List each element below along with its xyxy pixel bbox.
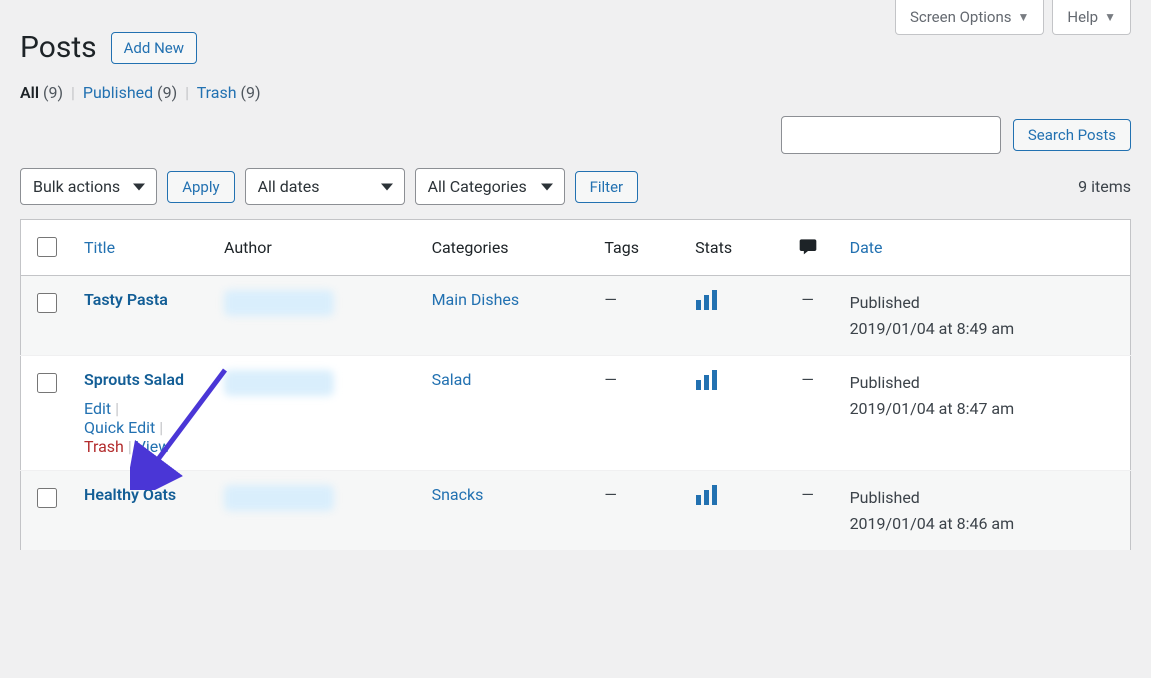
- category-link[interactable]: Main Dishes: [432, 290, 520, 309]
- categories-select[interactable]: All Categories: [415, 168, 565, 205]
- chevron-down-icon: ▼: [1104, 10, 1116, 24]
- posts-table: Title Author Categories Tags Stats Date …: [20, 219, 1131, 551]
- view-link[interactable]: View: [136, 437, 171, 456]
- search-input[interactable]: [781, 116, 1001, 154]
- category-link[interactable]: Salad: [432, 370, 472, 389]
- comments-cell: —: [801, 290, 814, 309]
- quick-edit-link[interactable]: Quick Edit: [84, 418, 155, 437]
- screen-options-label: Screen Options: [910, 8, 1012, 26]
- screen-options-button[interactable]: Screen Options ▼: [895, 0, 1044, 35]
- page-title: Posts: [20, 30, 97, 65]
- col-categories: Categories: [420, 220, 593, 276]
- filter-published[interactable]: Published (9): [83, 83, 181, 102]
- tags-cell: —: [604, 290, 617, 309]
- dates-select[interactable]: All dates: [245, 168, 405, 205]
- select-all-checkbox[interactable]: [37, 237, 57, 257]
- comment-icon: [798, 236, 818, 256]
- row-checkbox[interactable]: [37, 488, 57, 508]
- comments-cell: —: [801, 370, 814, 389]
- help-button[interactable]: Help ▼: [1052, 0, 1131, 35]
- author-blurred: [224, 485, 334, 511]
- filter-published-count: (9): [157, 83, 177, 102]
- col-tags: Tags: [592, 220, 683, 276]
- col-comments[interactable]: [778, 220, 838, 276]
- chevron-down-icon: ▼: [1017, 10, 1029, 24]
- table-row: Healthy Oats Snacks — — Published2019/01…: [21, 471, 1131, 551]
- separator: |: [181, 83, 193, 102]
- col-author: Author: [212, 220, 420, 276]
- stats-icon[interactable]: [695, 370, 719, 390]
- row-actions: Edit | Quick Edit | Trash | View: [84, 399, 200, 456]
- edit-link[interactable]: Edit: [84, 399, 111, 418]
- col-title[interactable]: Title: [72, 220, 212, 276]
- bulk-actions-select[interactable]: Bulk actions: [20, 168, 157, 205]
- help-label: Help: [1067, 8, 1098, 26]
- row-checkbox[interactable]: [37, 293, 57, 313]
- stats-icon[interactable]: [695, 290, 719, 310]
- search-posts-button[interactable]: Search Posts: [1013, 119, 1131, 151]
- date-cell: Published2019/01/04 at 8:49 am: [838, 276, 1131, 356]
- items-count: 9 items: [1078, 177, 1131, 196]
- post-title-link[interactable]: Healthy Oats: [84, 485, 176, 504]
- filter-all[interactable]: All (9): [20, 83, 67, 102]
- date-cell: Published2019/01/04 at 8:46 am: [838, 471, 1131, 551]
- author-blurred: [224, 370, 334, 396]
- filter-all-label: All: [20, 83, 39, 102]
- post-title-link[interactable]: Tasty Pasta: [84, 290, 168, 309]
- col-stats: Stats: [683, 220, 777, 276]
- tags-cell: —: [604, 485, 617, 504]
- filter-trash-label: Trash: [197, 83, 237, 102]
- table-row: Sprouts Salad Edit | Quick Edit | Trash …: [21, 356, 1131, 471]
- col-date[interactable]: Date: [838, 220, 1131, 276]
- filter-button[interactable]: Filter: [575, 171, 639, 203]
- separator: |: [67, 83, 79, 102]
- filter-trash-count: (9): [241, 83, 261, 102]
- apply-button[interactable]: Apply: [167, 171, 234, 203]
- category-link[interactable]: Snacks: [432, 485, 484, 504]
- filter-published-label: Published: [83, 83, 153, 102]
- author-blurred: [224, 290, 334, 316]
- row-checkbox[interactable]: [37, 373, 57, 393]
- filter-links: All (9) | Published (9) | Trash (9): [20, 83, 1131, 102]
- add-new-button[interactable]: Add New: [111, 32, 197, 64]
- table-row: Tasty Pasta Main Dishes — — Published201…: [21, 276, 1131, 356]
- filter-trash[interactable]: Trash (9): [197, 83, 261, 102]
- comments-cell: —: [801, 485, 814, 504]
- date-cell: Published2019/01/04 at 8:47 am: [838, 356, 1131, 471]
- tags-cell: —: [604, 370, 617, 389]
- post-title-link[interactable]: Sprouts Salad: [84, 370, 184, 389]
- stats-icon[interactable]: [695, 485, 719, 505]
- trash-link[interactable]: Trash: [84, 437, 124, 456]
- filter-all-count: (9): [43, 83, 63, 102]
